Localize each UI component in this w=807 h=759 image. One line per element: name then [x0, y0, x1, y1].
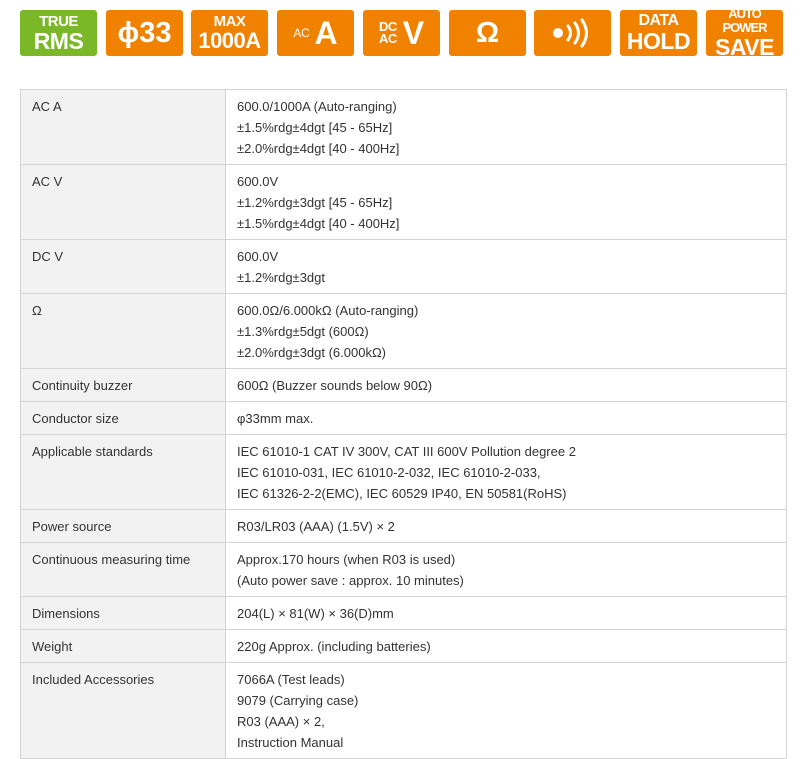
table-row: Conductor size φ33mm max.	[20, 401, 787, 435]
max-current-top: MAX	[213, 12, 246, 30]
spec-value-line: 9079 (Carrying case)	[237, 693, 359, 708]
spec-label: Continuity buzzer	[20, 368, 226, 402]
buzzer-icon	[552, 18, 588, 48]
spec-label: Dimensions	[20, 596, 226, 630]
spec-value-line: Approx.170 hours (when R03 is used)	[237, 552, 456, 567]
table-row: DC V 600.0V ±1.2%rdg±3dgt	[20, 239, 787, 294]
spec-value-line: 600.0/1000A (Auto-ranging)	[237, 99, 397, 114]
max-current-bottom: 1000A	[198, 27, 261, 53]
auto-power-top: AUTO POWER	[722, 10, 767, 35]
table-row: Ω 600.0Ω/6.000kΩ (Auto-ranging) ±1.3%rdg±5…	[20, 293, 787, 369]
conductor-size-text: ϕ33	[117, 17, 172, 49]
specifications-table: AC A 600.0/1000A (Auto-ranging) ±1.5%rdg±4…	[20, 89, 787, 759]
spec-value-line: ±1.5%rdg±4dgt [45 - 65Hz]	[237, 120, 393, 135]
spec-value: 600.0V ±1.2%rdg±3dgt [45 - 65Hz] ±1.5%rdg±…	[225, 164, 787, 240]
spec-label: Continuous measuring time	[20, 542, 226, 597]
ac-current-badge: AC A	[277, 10, 354, 56]
true-rms-top: TRUE	[39, 12, 78, 30]
spec-value-line: IEC 61010-031, IEC 61010-2-032, IEC 6101…	[237, 465, 541, 480]
table-row: Applicable standards IEC 61010-1 CAT IV 3…	[20, 434, 787, 510]
true-rms-badge: TRUE RMS	[20, 10, 97, 56]
table-row: Dimensions 204(L) × 81(W) × 36(D)mm	[20, 596, 787, 630]
spec-value-line: 220g Approx. (including batteries)	[237, 639, 431, 654]
spec-value-line: (Auto power save : approx. 10 minutes)	[237, 573, 464, 588]
table-row: Included Accessories 7066A (Test leads) 90…	[20, 662, 787, 759]
spec-value-line: 204(L) × 81(W) × 36(D)mm	[237, 606, 394, 621]
auto-power-bottom: SAVE	[715, 34, 774, 56]
ohm-icon: Ω	[475, 17, 500, 49]
spec-label: AC A	[20, 89, 226, 165]
voltage-ac-label: AC	[378, 31, 397, 46]
conductor-size-badge: ϕ33	[106, 10, 183, 56]
spec-value-line: 600.0V	[237, 249, 279, 264]
continuity-buzzer-badge	[534, 10, 611, 56]
spec-value: 600.0Ω/6.000kΩ (Auto-ranging) ±1.3%rdg±5d…	[225, 293, 787, 369]
spec-value-line: IEC 61326-2-2(EMC), IEC 60529 IP40, EN 5…	[237, 486, 567, 501]
spec-value-line: ±1.3%rdg±5dgt (600Ω)	[237, 324, 369, 339]
spec-value: IEC 61010-1 CAT IV 300V, CAT III 600V Po…	[225, 434, 787, 510]
voltage-big: V	[402, 15, 425, 51]
spec-value-line: φ33mm max.	[237, 411, 314, 426]
spec-value-line: 7066A (Test leads)	[237, 672, 345, 687]
spec-value: 220g Approx. (including batteries)	[225, 629, 787, 663]
spec-label: Ω	[20, 293, 226, 369]
spec-label: DC V	[20, 239, 226, 294]
true-rms-bottom: RMS	[33, 27, 84, 54]
spec-value-line: Instruction Manual	[237, 735, 344, 750]
table-row: AC V 600.0V ±1.2%rdg±3dgt [45 - 65Hz] ±1.5%…	[20, 164, 787, 240]
spec-label: AC V	[20, 164, 226, 240]
spec-value-line: IEC 61010-1 CAT IV 300V, CAT III 600V Po…	[237, 444, 576, 459]
ac-current-small: AC	[293, 25, 310, 40]
ac-current-big: A	[314, 15, 338, 51]
data-hold-top: DATA	[638, 12, 679, 29]
spec-label: Conductor size	[20, 401, 226, 435]
spec-value: 600Ω (Buzzer sounds below 90Ω)	[225, 368, 787, 402]
spec-label: Applicable standards	[20, 434, 226, 510]
spec-label: Power source	[20, 509, 226, 543]
spec-value-line: R03 (AAA) × 2,	[237, 714, 325, 729]
spec-value: Approx.170 hours (when R03 is used) (Auto…	[225, 542, 787, 597]
table-row: Continuity buzzer 600Ω (Buzzer sounds bel…	[20, 368, 787, 402]
table-row: AC A 600.0/1000A (Auto-ranging) ±1.5%rdg±4…	[20, 89, 787, 165]
max-current-badge: MAX 1000A	[191, 10, 268, 56]
resistance-badge: Ω	[449, 10, 526, 56]
spec-value-line: ±1.5%rdg±4dgt [40 - 400Hz]	[237, 216, 400, 231]
spec-value: 600.0V ±1.2%rdg±3dgt	[225, 239, 787, 294]
spec-label: Weight	[20, 629, 226, 663]
table-row: Weight 220g Approx. (including batteries)	[20, 629, 787, 663]
data-hold-bottom: HOLD	[626, 28, 691, 54]
spec-value-line: R03/LR03 (AAA) (1.5V) × 2	[237, 519, 395, 534]
spec-value: 7066A (Test leads) 9079 (Carrying case) R0…	[225, 662, 787, 759]
spec-value-line: 600Ω (Buzzer sounds below 90Ω)	[237, 378, 433, 393]
table-row: Continuous measuring time Approx.170 hour…	[20, 542, 787, 597]
voltage-badge: DC AC V	[363, 10, 440, 56]
spec-value-line: 600.0Ω/6.000kΩ (Auto-ranging)	[237, 303, 419, 318]
auto-power-save-badge: AUTO POWER SAVE	[706, 10, 783, 56]
data-hold-badge: DATA HOLD	[620, 10, 697, 56]
spec-value-line: 600.0V	[237, 174, 279, 189]
spec-value: 204(L) × 81(W) × 36(D)mm	[225, 596, 787, 630]
spec-value-line: ±2.0%rdg±3dgt (6.000kΩ)	[237, 345, 387, 360]
table-row: Power source R03/LR03 (AAA) (1.5V) × 2	[20, 509, 787, 543]
spec-value: 600.0/1000A (Auto-ranging) ±1.5%rdg±4dgt …	[225, 89, 787, 165]
spec-value: φ33mm max.	[225, 401, 787, 435]
spec-value-line: ±2.0%rdg±4dgt [40 - 400Hz]	[237, 141, 400, 156]
spec-value: R03/LR03 (AAA) (1.5V) × 2	[225, 509, 787, 543]
feature-badges: TRUE RMS ϕ33 MAX 1000A AC A DC AC V Ω DA…	[20, 10, 790, 56]
spec-value-line: ±1.2%rdg±3dgt [45 - 65Hz]	[237, 195, 393, 210]
spec-label: Included Accessories	[20, 662, 226, 759]
spec-value-line: ±1.2%rdg±3dgt	[237, 270, 325, 285]
